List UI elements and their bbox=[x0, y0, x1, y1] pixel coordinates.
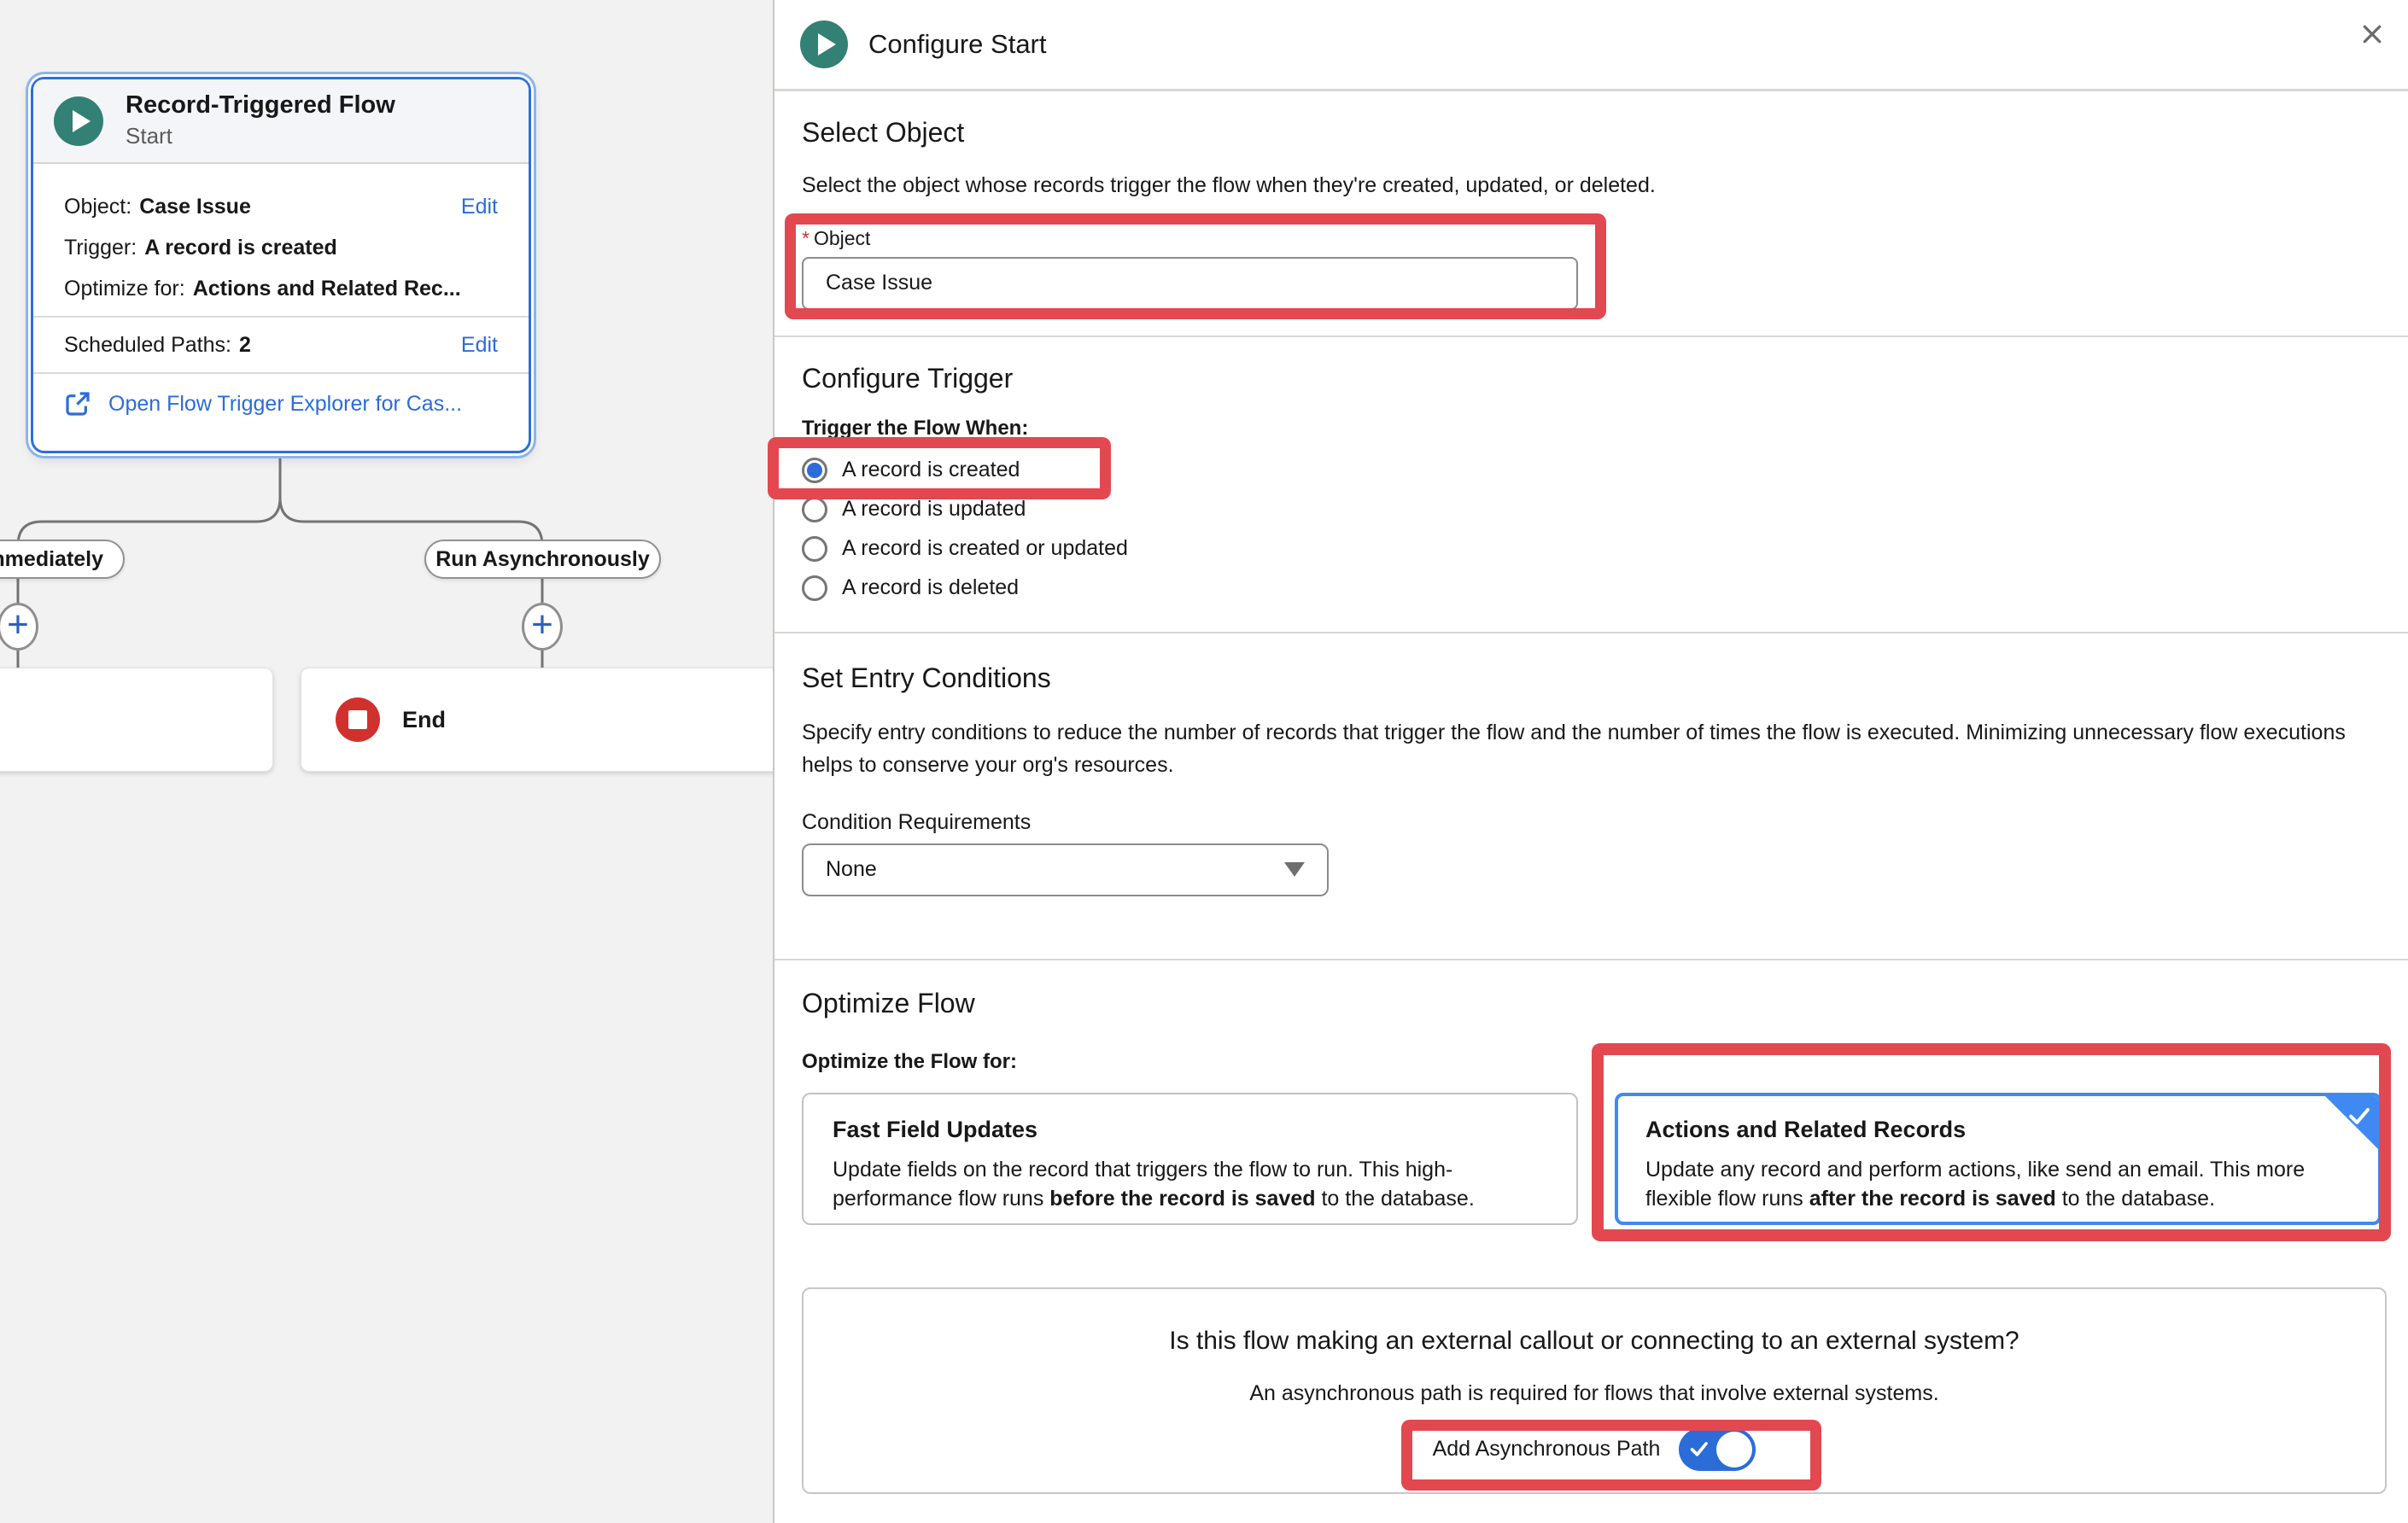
condition-requirements-label: Condition Requirements bbox=[802, 810, 2382, 835]
start-row-trigger: Trigger:A record is created bbox=[33, 227, 529, 268]
select-object-description: Select the object whose records trigger … bbox=[802, 169, 2382, 201]
required-asterisk: * bbox=[802, 227, 809, 249]
radio-button[interactable] bbox=[802, 536, 827, 562]
select-object-heading: Select Object bbox=[802, 117, 2382, 149]
entry-conditions-heading: Set Entry Conditions bbox=[802, 662, 2382, 694]
configure-trigger-heading: Configure Trigger bbox=[802, 363, 2382, 394]
condition-requirements-select[interactable]: None bbox=[802, 843, 1329, 896]
start-row-optimize: Optimize for:Actions and Related Rec... bbox=[33, 268, 529, 309]
flow-builder-screen: Record-Triggered Flow Start Object:Case … bbox=[0, 0, 2408, 1523]
toggle-check-icon bbox=[1688, 1439, 1712, 1460]
panel-title: Configure Start bbox=[868, 29, 1047, 60]
edit-scheduled-paths-link[interactable]: Edit bbox=[461, 333, 498, 358]
selected-check-icon bbox=[2345, 1101, 2374, 1130]
trigger-when-label: Trigger the Flow When: bbox=[802, 417, 2382, 441]
edit-object-link[interactable]: Edit bbox=[461, 195, 498, 219]
optimize-flow-heading: Optimize Flow bbox=[802, 988, 2382, 1019]
option-card-actions-and-related-records[interactable]: Actions and Related Records Update any r… bbox=[1615, 1093, 2382, 1225]
flow-trigger-explorer-link[interactable]: Open Flow Trigger Explorer for Cas... bbox=[108, 392, 462, 417]
radio-record-created-or-updated[interactable]: A record is created or updated bbox=[802, 529, 2382, 569]
close-icon[interactable] bbox=[2353, 15, 2391, 53]
add-element-button-async-path[interactable]: + bbox=[522, 603, 563, 651]
object-input[interactable]: Case Issue bbox=[802, 257, 1578, 310]
toggle-knob bbox=[1716, 1432, 1752, 1468]
start-node-card[interactable]: Record-Triggered Flow Start Object:Case … bbox=[31, 77, 531, 453]
entry-conditions-description: Specify entry conditions to reduce the n… bbox=[802, 716, 2382, 781]
async-path-note: An asynchronous path is required for flo… bbox=[804, 1381, 2385, 1406]
start-node-subtitle: Start bbox=[126, 123, 395, 149]
flow-canvas[interactable]: Record-Triggered Flow Start Object:Case … bbox=[0, 0, 773, 1523]
start-play-icon bbox=[800, 20, 848, 68]
end-node-label: End bbox=[402, 707, 446, 733]
path-label-run-asynchronously: Run Asynchronously bbox=[424, 540, 661, 579]
end-icon bbox=[336, 697, 380, 742]
divider bbox=[33, 372, 529, 374]
external-callout-box: Is this flow making an external callout … bbox=[802, 1287, 2387, 1494]
add-async-path-toggle[interactable] bbox=[1679, 1428, 1756, 1471]
end-node-card-async: End bbox=[301, 668, 798, 772]
start-play-icon bbox=[54, 96, 103, 146]
end-node-card-immediate bbox=[0, 668, 273, 772]
configure-start-panel: Configure Start Select Object Select the… bbox=[773, 0, 2408, 1523]
dropdown-caret-icon bbox=[1284, 862, 1305, 877]
radio-record-updated[interactable]: A record is updated bbox=[802, 490, 2382, 529]
radio-button-selected[interactable] bbox=[802, 458, 827, 483]
external-link-icon bbox=[64, 390, 91, 417]
radio-record-created[interactable]: A record is created bbox=[802, 451, 2382, 490]
start-row-scheduled-paths: Scheduled Paths:2 Edit bbox=[33, 324, 529, 365]
radio-button[interactable] bbox=[802, 575, 827, 601]
start-row-object: Object:Case Issue Edit bbox=[33, 186, 529, 227]
divider bbox=[33, 316, 529, 318]
start-node-title: Record-Triggered Flow bbox=[126, 92, 395, 120]
option-card-fast-field-updates[interactable]: Fast Field Updates Update fields on the … bbox=[802, 1093, 1578, 1225]
radio-button[interactable] bbox=[802, 497, 827, 522]
external-callout-question: Is this flow making an external callout … bbox=[804, 1327, 2385, 1356]
path-label-run-immediately: Run Immediately bbox=[0, 540, 125, 579]
radio-record-deleted[interactable]: A record is deleted bbox=[802, 569, 2382, 608]
start-node-header: Record-Triggered Flow Start bbox=[33, 79, 529, 164]
object-field-label: *Object bbox=[802, 227, 2382, 250]
add-async-path-label: Add Asynchronous Path bbox=[1433, 1437, 1661, 1462]
optimize-for-label: Optimize the Flow for: bbox=[802, 1050, 2382, 1074]
